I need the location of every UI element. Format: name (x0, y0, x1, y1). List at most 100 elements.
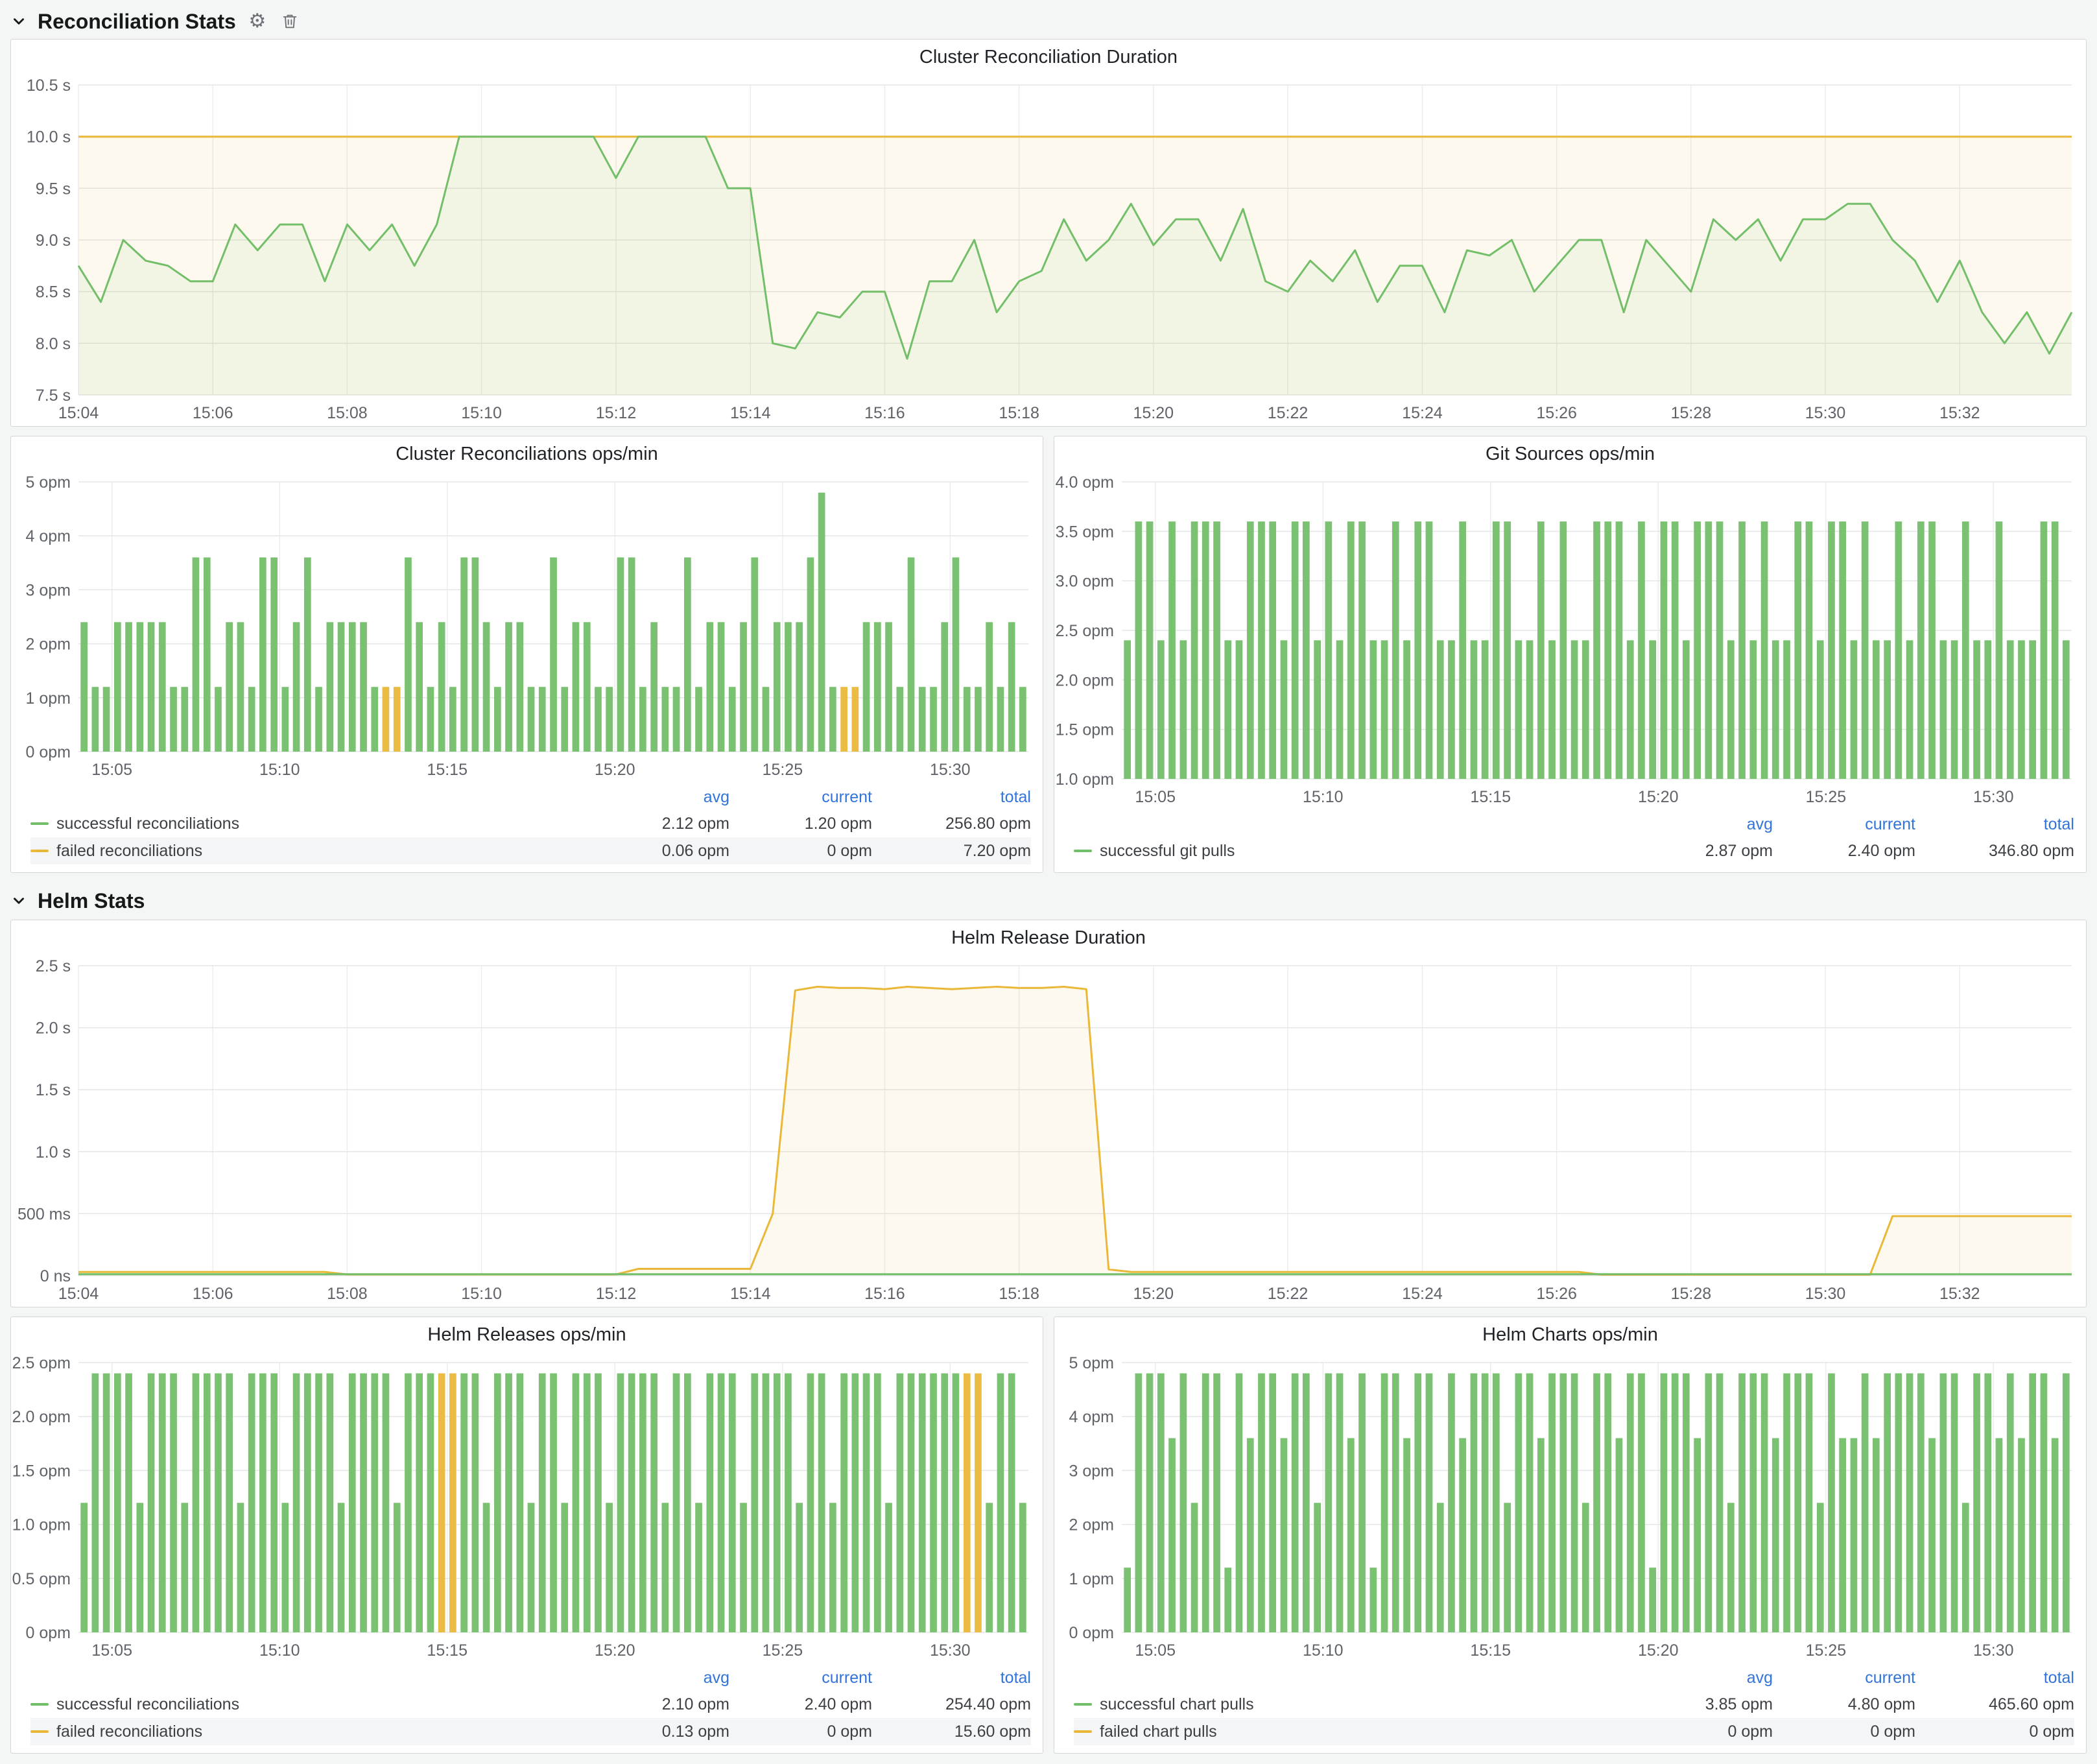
legend-current-value: 0 opm (1773, 1722, 1915, 1741)
legend-total-value: 0 opm (1915, 1722, 2074, 1741)
svg-text:4.0 opm: 4.0 opm (1056, 473, 1114, 492)
panel-git-sources-opm: Git Sources ops/min 15:0515:1015:1515:20… (1054, 436, 2087, 873)
svg-text:15:20: 15:20 (1133, 404, 1174, 422)
legend-row: successful reconciliations 2.12 opm 1.20… (30, 810, 1031, 837)
svg-text:15:10: 15:10 (259, 1641, 300, 1660)
panel-cluster-reconciliations-opm: Cluster Reconciliations ops/min 15:0515:… (10, 436, 1043, 873)
svg-text:9.0 s: 9.0 s (36, 232, 71, 250)
legend-col-current[interactable]: current (1773, 1669, 1915, 1687)
legend-series-label: failed chart pulls (1100, 1722, 1217, 1741)
svg-text:1 opm: 1 opm (1069, 1570, 1114, 1588)
panel-title[interactable]: Cluster Reconciliation Duration (11, 40, 2086, 75)
svg-text:0.5 opm: 0.5 opm (12, 1570, 71, 1588)
legend-col-total[interactable]: total (872, 1669, 1031, 1687)
legend-series-git-pulls[interactable]: successful git pulls (1074, 842, 1630, 861)
svg-text:15:26: 15:26 (1536, 1285, 1577, 1303)
svg-text:15:10: 15:10 (461, 404, 502, 422)
series-color-swatch (30, 1730, 49, 1733)
legend-col-avg[interactable]: avg (1630, 815, 1773, 834)
svg-text:15:15: 15:15 (1470, 788, 1511, 806)
legend-current-value: 2.40 opm (1773, 842, 1915, 861)
svg-text:15:26: 15:26 (1536, 404, 1577, 422)
legend-col-avg[interactable]: avg (1630, 1669, 1773, 1687)
svg-text:4 opm: 4 opm (1069, 1408, 1114, 1426)
legend-series-successful[interactable]: successful chart pulls (1074, 1695, 1630, 1714)
row-title[interactable]: Helm Stats (38, 889, 145, 913)
legend-col-total[interactable]: total (1915, 1669, 2074, 1687)
legend-current-value: 0 opm (729, 842, 872, 861)
legend-col-current[interactable]: current (729, 1669, 872, 1687)
svg-text:2.0 opm: 2.0 opm (1056, 671, 1114, 689)
svg-text:15:16: 15:16 (864, 1285, 905, 1303)
panel-helm-releases-opm: Helm Releases ops/min 15:0515:1015:1515:… (10, 1317, 1043, 1754)
legend-series-successful[interactable]: successful reconciliations (30, 1695, 587, 1714)
svg-text:15:30: 15:30 (930, 761, 971, 779)
svg-text:9.5 s: 9.5 s (36, 180, 71, 198)
svg-text:5 opm: 5 opm (26, 473, 71, 492)
svg-text:15:18: 15:18 (999, 404, 1039, 422)
legend-col-current[interactable]: current (729, 788, 872, 807)
svg-text:15:30: 15:30 (930, 1641, 971, 1660)
legend-col-avg[interactable]: avg (587, 788, 729, 807)
legend-avg-value: 2.10 opm (587, 1695, 729, 1714)
chevron-down-icon[interactable] (10, 892, 27, 909)
svg-text:10.5 s: 10.5 s (27, 77, 71, 95)
legend-col-total[interactable]: total (872, 788, 1031, 807)
legend-header-row: avg current total (1074, 1665, 2074, 1691)
panel-title[interactable]: Git Sources ops/min (1054, 436, 2086, 471)
svg-text:15:14: 15:14 (730, 404, 771, 422)
svg-text:1.0 opm: 1.0 opm (12, 1516, 71, 1534)
svg-text:15:04: 15:04 (58, 404, 99, 422)
trash-icon[interactable] (279, 10, 301, 32)
legend-row: failed reconciliations 0.06 opm 0 opm 7.… (30, 837, 1031, 864)
helm-release-duration-chart[interactable]: 15:0415:0615:0815:1015:1215:1415:1615:18… (11, 955, 2086, 1307)
svg-text:15:10: 15:10 (461, 1285, 502, 1303)
svg-text:5 opm: 5 opm (1069, 1354, 1114, 1372)
svg-text:10.0 s: 10.0 s (27, 128, 71, 147)
svg-text:1 opm: 1 opm (26, 689, 71, 708)
panel-title[interactable]: Helm Releases ops/min (11, 1317, 1043, 1352)
svg-text:15:18: 15:18 (999, 1285, 1039, 1303)
svg-text:15:12: 15:12 (596, 404, 637, 422)
svg-text:0 opm: 0 opm (1069, 1624, 1114, 1642)
panel-title[interactable]: Helm Release Duration (11, 920, 2086, 955)
svg-text:15:30: 15:30 (1973, 788, 2014, 806)
legend-series-successful[interactable]: successful reconciliations (30, 815, 587, 833)
panel-title[interactable]: Helm Charts ops/min (1054, 1317, 2086, 1352)
chevron-down-icon[interactable] (10, 13, 27, 30)
svg-text:15:15: 15:15 (427, 761, 468, 779)
panel-helm-charts-opm: Helm Charts ops/min 15:0515:1015:1515:20… (1054, 1317, 2087, 1754)
panel-title[interactable]: Cluster Reconciliations ops/min (11, 436, 1043, 471)
legend-col-total[interactable]: total (1915, 815, 2074, 834)
legend-series-failed[interactable]: failed chart pulls (1074, 1722, 1630, 1741)
gear-icon[interactable]: ⚙ (246, 10, 268, 32)
cluster-reconciliations-chart[interactable]: 15:0515:1015:1515:2015:2515:300 opm1 opm… (11, 471, 1043, 783)
legend-total-value: 465.60 opm (1915, 1695, 2074, 1714)
legend-col-avg[interactable]: avg (587, 1669, 729, 1687)
svg-text:15:24: 15:24 (1402, 404, 1443, 422)
legend-series-failed[interactable]: failed reconciliations (30, 1722, 587, 1741)
cluster-reconciliation-duration-chart[interactable]: 15:0415:0615:0815:1015:1215:1415:1615:18… (11, 75, 2086, 426)
svg-text:0 opm: 0 opm (26, 1624, 71, 1642)
legend-avg-value: 2.12 opm (587, 815, 729, 833)
row-title[interactable]: Reconciliation Stats (38, 10, 236, 34)
legend: avg current total successful reconciliat… (11, 783, 1043, 872)
svg-text:15:10: 15:10 (259, 761, 300, 779)
legend-col-current[interactable]: current (1773, 815, 1915, 834)
row-header-reconciliation-stats: Reconciliation Stats ⚙ (10, 4, 2087, 39)
svg-text:0 opm: 0 opm (26, 743, 71, 761)
svg-text:2 opm: 2 opm (26, 636, 71, 654)
svg-text:15:25: 15:25 (763, 761, 803, 779)
legend-current-value: 2.40 opm (729, 1695, 872, 1714)
svg-text:2.0 opm: 2.0 opm (12, 1408, 71, 1426)
helm-charts-chart[interactable]: 15:0515:1015:1515:2015:2515:300 opm1 opm… (1054, 1352, 2086, 1663)
helm-releases-chart[interactable]: 15:0515:1015:1515:2015:2515:300 opm0.5 o… (11, 1352, 1043, 1663)
git-sources-chart[interactable]: 15:0515:1015:1515:2015:2515:301.0 opm1.5… (1054, 471, 2086, 810)
svg-text:2.5 opm: 2.5 opm (12, 1354, 71, 1372)
svg-text:1.5 opm: 1.5 opm (1056, 721, 1114, 739)
legend-total-value: 7.20 opm (872, 842, 1031, 861)
legend-series-failed[interactable]: failed reconciliations (30, 842, 587, 861)
legend-series-label: successful git pulls (1100, 842, 1235, 861)
svg-text:15:28: 15:28 (1671, 1285, 1712, 1303)
svg-text:3 opm: 3 opm (1069, 1462, 1114, 1480)
